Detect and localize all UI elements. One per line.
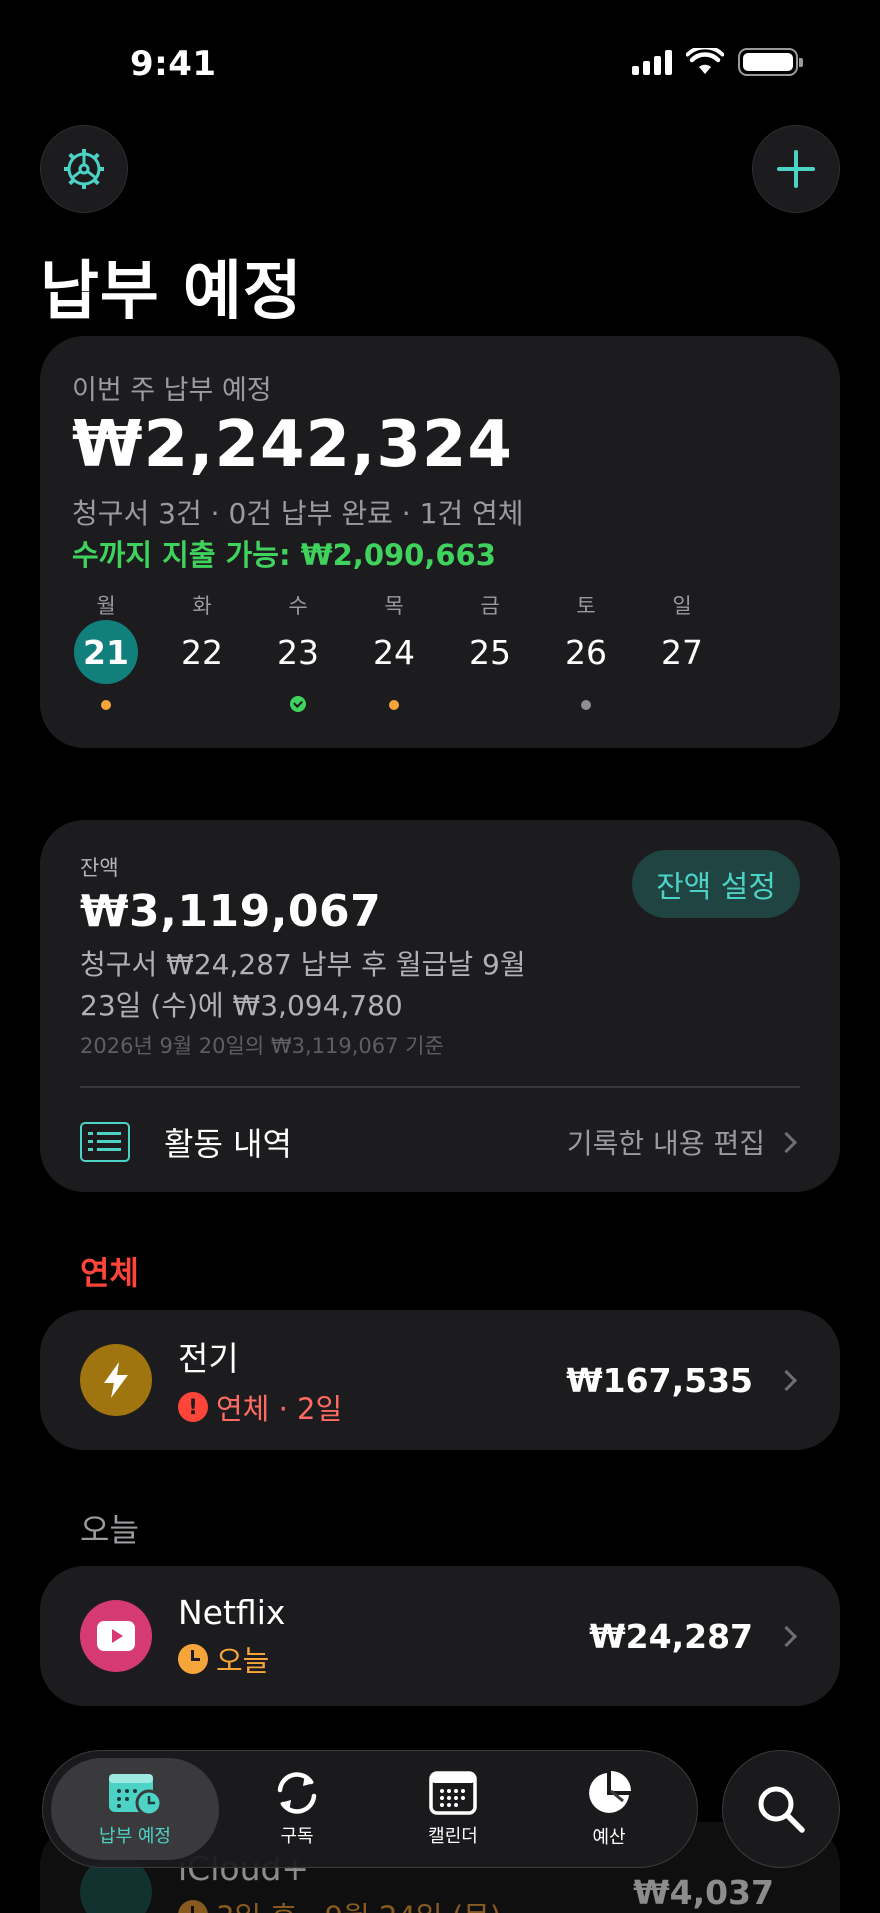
- edit-records-link[interactable]: 기록한 내용 편집: [567, 1122, 765, 1162]
- day-tuesday[interactable]: 화 22: [170, 590, 266, 720]
- today-section-title: 오늘: [80, 1511, 139, 1549]
- day-thursday[interactable]: 목 24: [362, 590, 458, 720]
- bill-amount: ₩24,287: [589, 1616, 753, 1656]
- day-number: 26: [565, 632, 607, 672]
- day-name: 월: [96, 594, 116, 618]
- tab-upcoming[interactable]: 납부 예정: [51, 1758, 219, 1860]
- day-number: 25: [469, 632, 511, 672]
- bill-status: ! 연체 · 2일: [178, 1386, 566, 1428]
- bill-status: 오늘: [178, 1638, 589, 1680]
- weekly-summary-card[interactable]: 이번 주 납부 예정 ₩2,242,324 청구서 3건 · 0건 납부 완료 …: [40, 336, 840, 748]
- clock-icon: [178, 1899, 208, 1913]
- status-bar: 9:41: [0, 0, 880, 120]
- day-number: 24: [373, 632, 415, 672]
- tab-label: 예산: [592, 1827, 626, 1848]
- bill-name: 전기: [178, 1339, 239, 1378]
- tab-label: 납부 예정: [99, 1826, 171, 1847]
- chevron-right-icon: [775, 1625, 798, 1647]
- tab-subscriptions[interactable]: 구독: [219, 1758, 375, 1860]
- pie-chart-icon: [589, 1771, 631, 1813]
- refresh-icon: [277, 1772, 317, 1814]
- plus-icon: [777, 150, 815, 188]
- tab-label: 구독: [280, 1826, 314, 1847]
- day-name: 금: [480, 594, 500, 618]
- bill-info: 전기 ! 연체 · 2일: [178, 1332, 566, 1428]
- chevron-right-icon: [775, 1369, 798, 1391]
- activity-label: 활동 내역: [164, 1125, 292, 1163]
- set-balance-button[interactable]: 잔액 설정: [632, 850, 800, 918]
- day-wednesday[interactable]: 수 23: [266, 590, 362, 720]
- search-button[interactable]: [722, 1750, 840, 1868]
- bill-row-electricity[interactable]: 전기 ! 연체 · 2일 ₩167,535: [40, 1310, 840, 1450]
- alert-icon: !: [178, 1392, 208, 1422]
- settings-button[interactable]: [40, 125, 128, 213]
- spendable-amount: 수까지 지출 가능: ₩2,090,663: [72, 538, 496, 572]
- wifi-icon: [686, 48, 724, 74]
- tab-label: 캘린더: [428, 1826, 478, 1847]
- day-number: 22: [181, 632, 223, 672]
- battery-icon: [738, 48, 803, 76]
- tab-budget[interactable]: 예산: [531, 1758, 687, 1860]
- week-label: 이번 주 납부 예정: [72, 375, 272, 406]
- week-summary: 청구서 3건 · 0건 납부 완료 · 1건 연체: [72, 497, 524, 530]
- bill-status: 3일 후 · 9월 24일 (목): [178, 1894, 633, 1913]
- tab-bar: 납부 예정 구독 캘린더 예산: [42, 1750, 698, 1868]
- bill-status-text: 연체 · 2일: [216, 1392, 343, 1426]
- balance-basis: 2026년 9월 20일의 ₩3,119,067 기준: [80, 1034, 444, 1058]
- day-sunday[interactable]: 일 27: [650, 590, 746, 720]
- bolt-icon: [80, 1344, 152, 1416]
- bill-due-dot: [101, 700, 111, 710]
- balance-card: 잔액 ₩3,119,067 청구서 ₩24,287 납부 후 월급날 9월 23…: [40, 820, 840, 1192]
- balance-projection: 청구서 ₩24,287 납부 후 월급날 9월 23일 (수)에 ₩3,094,…: [80, 948, 526, 1022]
- week-day-strip: 월 21 화 22 수 23 목 24 금 25 토 26 일 27: [74, 590, 746, 720]
- day-number: 23: [277, 632, 319, 672]
- list-icon: [80, 1122, 130, 1162]
- cellular-signal-icon: [632, 49, 672, 75]
- clock-icon: [178, 1643, 208, 1674]
- day-name: 수: [288, 594, 308, 618]
- day-number-today: 21: [74, 620, 138, 684]
- bill-amount: ₩167,535: [566, 1360, 753, 1400]
- tab-calendar[interactable]: 캘린더: [375, 1758, 531, 1860]
- day-name: 일: [672, 594, 692, 618]
- status-icons: [632, 48, 803, 76]
- bill-row-netflix[interactable]: Netflix 오늘 ₩24,287: [40, 1566, 840, 1706]
- day-number: 27: [661, 632, 703, 672]
- bill-status-text: 3일 후 · 9월 24일 (목): [216, 1894, 501, 1913]
- day-monday[interactable]: 월 21: [74, 590, 170, 720]
- balance-label: 잔액: [80, 856, 119, 880]
- bill-amount: ₩4,037: [633, 1872, 774, 1912]
- page-title: 납부 예정: [40, 255, 303, 329]
- day-name: 토: [576, 594, 596, 618]
- week-total-amount: ₩2,242,324: [72, 408, 513, 482]
- balance-value: ₩3,119,067: [80, 886, 382, 937]
- activity-history-row[interactable]: 활동 내역 기록한 내용 편집: [80, 1114, 800, 1170]
- bill-name: Netflix: [178, 1592, 286, 1632]
- divider: [80, 1086, 800, 1088]
- bill-info: Netflix 오늘: [178, 1593, 589, 1680]
- chevron-right-icon: [775, 1131, 798, 1153]
- overdue-section-title: 연체: [80, 1254, 139, 1292]
- day-name: 목: [384, 594, 404, 618]
- add-bill-button[interactable]: [752, 125, 840, 213]
- bill-status-text: 오늘: [216, 1643, 270, 1678]
- day-friday[interactable]: 금 25: [458, 590, 554, 720]
- day-name: 화: [192, 594, 212, 618]
- play-icon: [80, 1600, 152, 1672]
- payday-icon: [290, 696, 306, 712]
- bill-due-dot: [389, 700, 399, 710]
- day-saturday[interactable]: 토 26: [554, 590, 650, 720]
- status-time: 9:41: [130, 44, 217, 84]
- bill-due-dot: [581, 700, 591, 710]
- calendar-icon: [429, 1771, 477, 1815]
- search-icon: [758, 1786, 805, 1833]
- gear-icon: [64, 149, 104, 189]
- calendar-clock-icon: [109, 1774, 163, 1816]
